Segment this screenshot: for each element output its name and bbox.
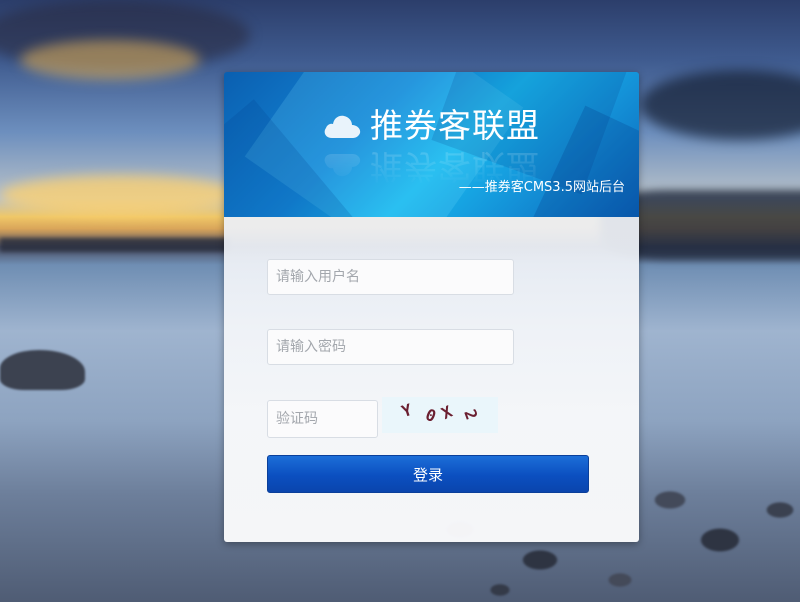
login-screen: 推券客联盟 推券客联盟 ——推券客CMS3.5网站后台 Y 0 X 2 登录 (0, 0, 800, 602)
background-rock (0, 350, 85, 390)
captcha-char: 2 (460, 406, 482, 423)
password-input[interactable] (267, 329, 514, 365)
login-button[interactable]: 登录 (267, 455, 589, 493)
background-cloud (20, 40, 200, 80)
brand: 推券客联盟 (322, 106, 540, 146)
brand-title: 推券客联盟 (370, 106, 540, 145)
cloud-icon-reflection (324, 154, 361, 177)
captcha-image[interactable]: Y 0 X 2 (382, 397, 498, 433)
captcha-char: Y (399, 399, 415, 422)
login-form: Y 0 X 2 登录 (224, 217, 639, 542)
captcha-char: 0 (422, 404, 439, 427)
username-input[interactable] (267, 259, 514, 295)
login-header: 推券客联盟 推券客联盟 ——推券客CMS3.5网站后台 (224, 72, 639, 217)
background-shoreline (0, 238, 230, 252)
captcha-char: X (438, 401, 456, 424)
background-sunset-glow (0, 175, 240, 215)
captcha-input[interactable] (267, 400, 378, 438)
login-panel: 推券客联盟 推券客联盟 ——推券客CMS3.5网站后台 Y 0 X 2 登录 (224, 72, 639, 542)
background-cloud (640, 70, 800, 140)
brand-subtitle: ——推券客CMS3.5网站后台 (458, 180, 625, 195)
cloud-icon (324, 115, 361, 138)
